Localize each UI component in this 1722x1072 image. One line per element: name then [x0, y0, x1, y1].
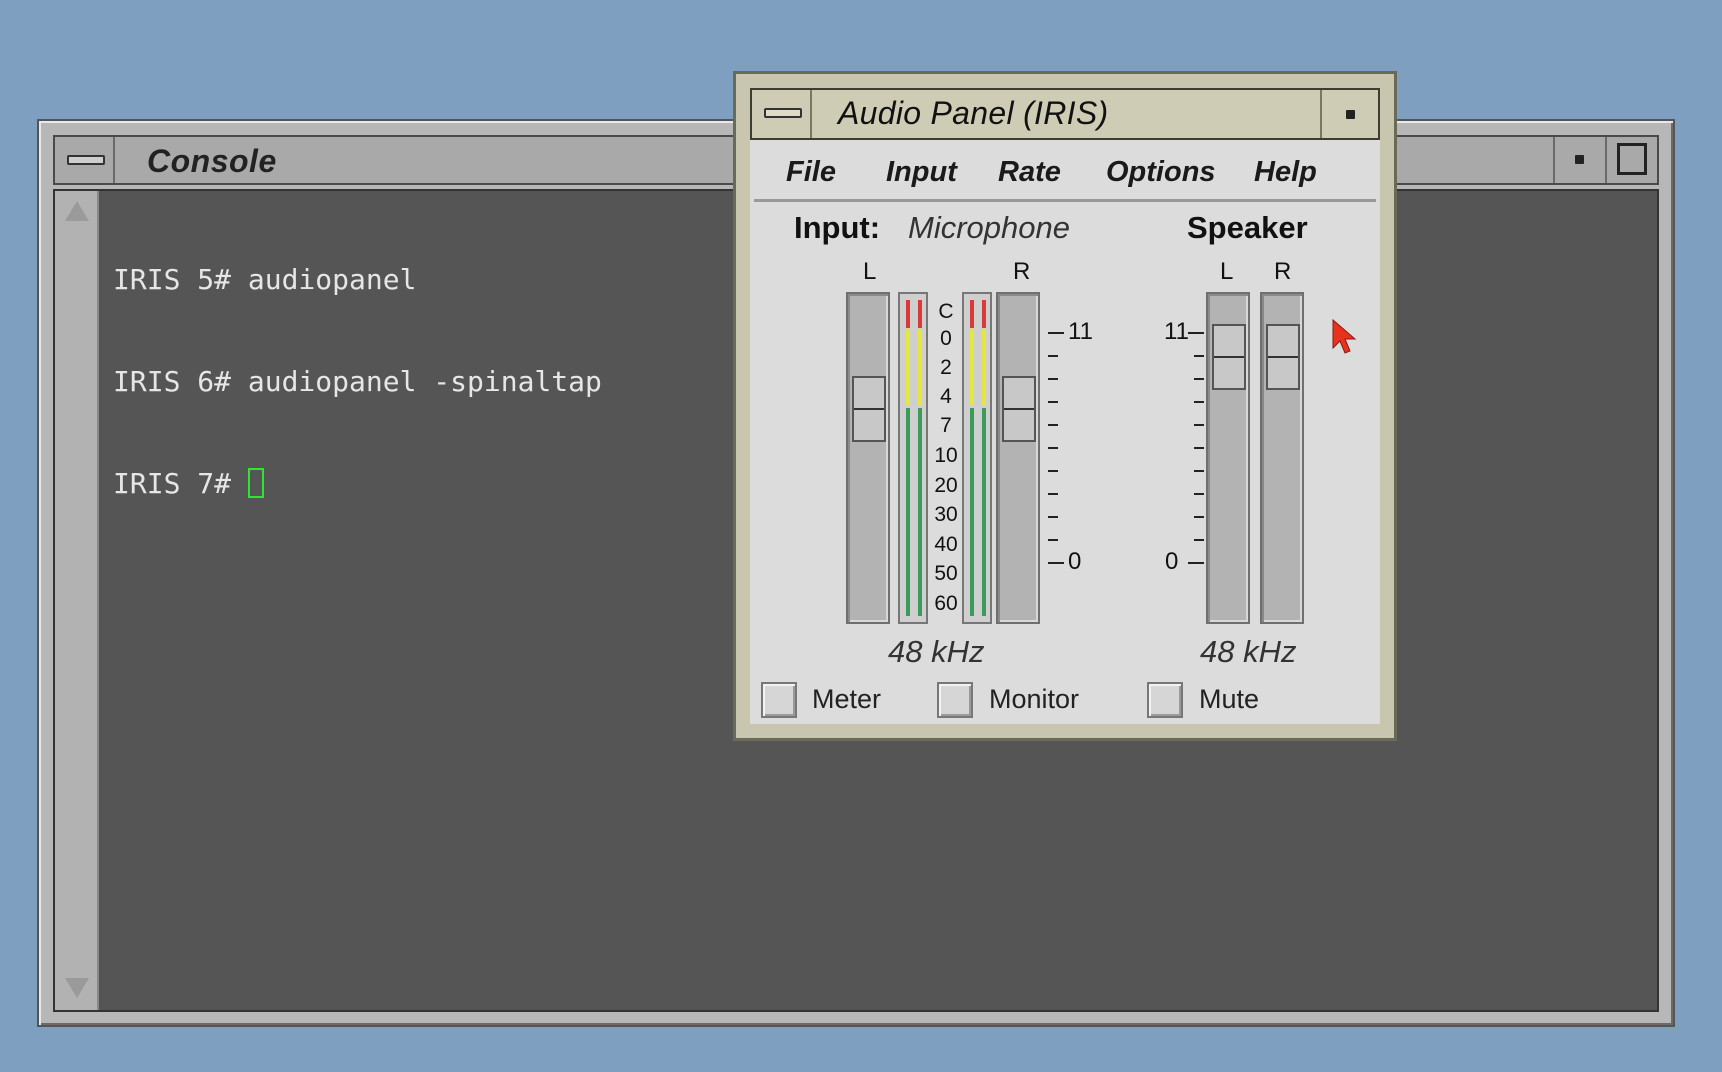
audio-panel-title: Audio Panel (IRIS) [838, 95, 1109, 131]
window-menu-icon[interactable] [55, 137, 115, 183]
db-scale-label: 40 [934, 533, 958, 556]
gain-tick [1188, 562, 1204, 564]
window-menu-icon[interactable] [752, 90, 812, 138]
db-scale-label: 60 [934, 592, 958, 615]
db-scale-label: 7 [940, 414, 952, 437]
db-scale-label: C [938, 300, 954, 323]
speaker-right-label: R [1274, 258, 1292, 285]
text-cursor [247, 468, 264, 498]
gain-tick [1194, 516, 1204, 518]
speaker-gain-min-label: 0 [1165, 548, 1179, 575]
speaker-right-volume-slider[interactable] [1260, 292, 1304, 624]
menu-help[interactable]: Help [1254, 156, 1317, 189]
gain-tick [1048, 493, 1058, 495]
slider-thumb[interactable] [1266, 324, 1300, 390]
gain-tick [1048, 355, 1058, 357]
meter-checkbox[interactable] [761, 682, 797, 718]
terminal-line: IRIS 6# audiopanel -spinaltap [113, 365, 602, 398]
db-scale-label: 30 [934, 503, 958, 526]
slider-thumb[interactable] [852, 376, 886, 442]
menu-file[interactable]: File [786, 156, 836, 189]
console-title: Console [147, 143, 277, 179]
input-left-label: L [863, 258, 877, 285]
input-left-gain-slider[interactable] [846, 292, 890, 624]
maximize-icon[interactable] [1605, 137, 1657, 183]
speaker-left-volume-slider[interactable] [1206, 292, 1250, 624]
slider-thumb[interactable] [1002, 376, 1036, 442]
terminal-line: IRIS 5# audiopanel [113, 263, 417, 296]
slider-thumb[interactable] [1212, 324, 1246, 390]
input-right-level-meter [962, 292, 992, 624]
gain-max-label: 11 [1068, 318, 1093, 345]
menu-input[interactable]: Input [886, 156, 957, 189]
speaker-left-label: L [1220, 258, 1234, 285]
meter-checkbox-label: Meter [812, 684, 882, 714]
scroll-down-arrow-icon[interactable] [65, 978, 89, 998]
db-scale-label: 4 [940, 385, 952, 408]
db-scale-label: 10 [934, 444, 958, 467]
db-scale-label: 20 [934, 474, 958, 497]
gain-tick [1048, 539, 1058, 541]
gain-tick [1194, 355, 1204, 357]
menu-options[interactable]: Options [1106, 156, 1216, 189]
gain-tick [1194, 470, 1204, 472]
console-scrollbar[interactable] [55, 191, 99, 1010]
mouse-pointer-icon [1332, 318, 1357, 354]
terminal-line: IRIS 7# [113, 467, 248, 500]
gain-min-label: 0 [1068, 548, 1082, 575]
gain-tick [1194, 447, 1204, 449]
input-source[interactable]: Microphone [908, 210, 1070, 246]
gain-tick [1048, 516, 1058, 518]
mute-checkbox-label: Mute [1199, 684, 1260, 714]
input-rate: 48 kHz [888, 634, 985, 669]
mute-checkbox[interactable] [1147, 682, 1183, 718]
speaker-gain-max-label: 11 [1164, 318, 1189, 345]
input-right-gain-slider[interactable] [996, 292, 1040, 624]
gain-tick [1188, 332, 1204, 334]
gain-tick [1048, 470, 1058, 472]
db-scale-label: 50 [934, 562, 958, 585]
gain-tick [1048, 562, 1064, 564]
gain-tick [1194, 539, 1204, 541]
gain-tick [1194, 378, 1204, 380]
db-scale-label: 0 [940, 327, 952, 350]
gain-tick [1048, 424, 1058, 426]
gain-tick [1048, 401, 1058, 403]
gain-tick [1194, 401, 1204, 403]
input-label: Input: [794, 210, 881, 245]
input-right-label: R [1013, 258, 1031, 285]
gain-tick [1048, 332, 1064, 334]
menu-rate[interactable]: Rate [998, 156, 1061, 189]
menubar: File Input Rate Options Help [754, 146, 1376, 202]
speaker-rate: 48 kHz [1200, 634, 1297, 669]
gain-tick [1194, 493, 1204, 495]
monitor-checkbox[interactable] [937, 682, 973, 718]
input-left-level-meter [898, 292, 928, 624]
minimize-icon[interactable] [1320, 90, 1378, 138]
terminal-text: IRIS 5# audiopanel IRIS 6# audiopanel -s… [113, 195, 602, 569]
audio-panel-window: Audio Panel (IRIS) File Input Rate Optio… [733, 71, 1397, 741]
db-scale-label: 2 [940, 356, 952, 379]
audio-panel-titlebar[interactable]: Audio Panel (IRIS) [750, 88, 1380, 140]
gain-tick [1194, 424, 1204, 426]
speaker-label: Speaker [1187, 210, 1308, 245]
gain-tick [1048, 378, 1058, 380]
minimize-icon[interactable] [1553, 137, 1605, 183]
monitor-checkbox-label: Monitor [989, 684, 1080, 714]
gain-tick [1048, 447, 1058, 449]
scroll-up-arrow-icon[interactable] [65, 201, 89, 221]
